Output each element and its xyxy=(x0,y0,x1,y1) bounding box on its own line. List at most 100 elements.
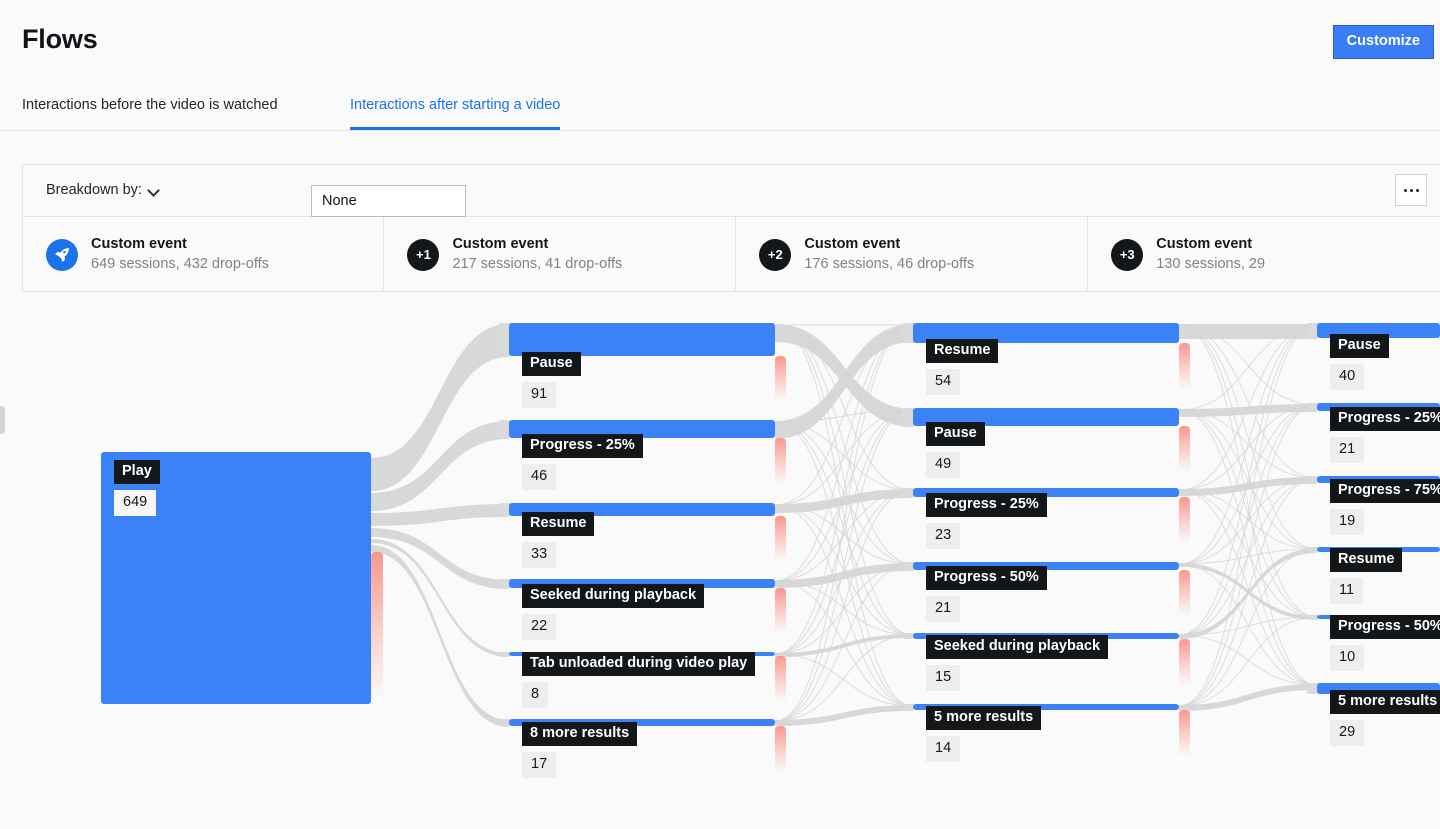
sankey-node-count: 14 xyxy=(926,736,961,762)
sankey-node-count: 46 xyxy=(522,464,557,490)
sankey-node-label: Pause xyxy=(926,422,985,446)
step-text-1: Custom event 217 sessions, 41 drop-offs xyxy=(452,235,622,274)
breakdown-row: Breakdown by: None xyxy=(23,165,1440,217)
sankey-link-thin xyxy=(774,324,914,582)
chevron-down-icon xyxy=(147,184,160,197)
sankey-link-thin xyxy=(1178,409,1318,686)
sankey-link xyxy=(1179,324,1317,339)
sankey-node-label: Resume xyxy=(522,512,595,536)
sankey-node-label: Progress - 25% xyxy=(522,434,643,458)
dropoff-bar xyxy=(1179,343,1190,389)
tab-interactions-after[interactable]: Interactions after starting a video xyxy=(350,97,561,130)
dropoff-bar xyxy=(1179,570,1190,616)
sankey-link xyxy=(371,545,509,727)
sankey-node-label: Progress - 25% xyxy=(1330,407,1440,431)
step-summary-1: 217 sessions, 41 drop-offs xyxy=(452,255,623,272)
breakdown-label: Breakdown by: xyxy=(46,182,142,198)
step-badge-3: +3 xyxy=(1111,238,1144,271)
flows-page: Flows Customize Interactions before the … xyxy=(0,0,1440,829)
step-text-3: Custom event 130 sessions, 29 xyxy=(1156,235,1265,274)
sankey-node-count: 23 xyxy=(926,523,961,549)
dropoff-bar xyxy=(775,438,786,484)
sankey-node-label: 5 more results xyxy=(926,706,1042,730)
sankey-link xyxy=(371,528,509,589)
sankey-node-label: Pause xyxy=(1330,334,1389,358)
sankey-node-label: Tab unloaded during video play xyxy=(522,652,756,676)
page-title: Flows xyxy=(22,24,98,54)
sankey-node-count: 15 xyxy=(926,665,961,691)
sankey-link-thin xyxy=(1178,324,1318,686)
page-header: Flows Customize xyxy=(0,0,1440,84)
more-options-button[interactable] xyxy=(1395,174,1427,206)
rocket-icon xyxy=(46,238,78,271)
sankey-node-count: 19 xyxy=(1330,509,1365,535)
ellipsis-icon-dot-1 xyxy=(1403,188,1407,192)
sankey-node-count: 21 xyxy=(1330,437,1365,463)
step-header-row: Custom event 649 sessions, 432 drop-offs… xyxy=(23,217,1440,292)
dropoff-bar xyxy=(371,552,383,702)
ellipsis-icon-dot-2 xyxy=(1409,188,1413,192)
tab-bar: Interactions before the video is watched… xyxy=(0,86,1440,131)
sankey-node-label: Progress - 25% xyxy=(926,493,1047,517)
sankey-link-thin xyxy=(1178,324,1318,479)
sankey-node-count: 22 xyxy=(522,614,557,640)
sankey-link-thin xyxy=(1178,324,1318,707)
dropoff-bar xyxy=(775,656,786,702)
step-name-2: Custom event xyxy=(804,235,901,252)
sankey-node-count: 649 xyxy=(114,490,157,516)
sankey-node-count: 8 xyxy=(522,682,549,708)
sankey-node-count: 33 xyxy=(522,542,557,568)
sankey-link-thin xyxy=(1178,634,1318,686)
sankey-node-count: 21 xyxy=(926,596,961,622)
sankey-node-label: Pause xyxy=(522,352,581,376)
dropoff-bar xyxy=(775,516,786,562)
sankey-link-thin xyxy=(1178,324,1318,565)
sankey-node-label: Seeked during playback xyxy=(522,584,705,608)
sankey-node-count: 49 xyxy=(926,452,961,478)
step-header-2[interactable]: +2 Custom event 176 sessions, 46 drop-of… xyxy=(736,217,1089,292)
dropoff-bar xyxy=(775,356,786,402)
step-name-1: Custom event xyxy=(452,235,549,252)
sankey-node-label: Seeked during playback xyxy=(926,635,1109,659)
sankey-links xyxy=(371,324,1318,727)
sankey-node-label: Progress - 75% xyxy=(1330,479,1440,503)
sankey-node-count: 17 xyxy=(522,752,557,778)
sankey-node-label: Progress - 50% xyxy=(1330,615,1440,639)
sankey-node-label: Resume xyxy=(1330,548,1403,572)
flow-steps-card: Breakdown by: None Custom event 649 sess… xyxy=(22,164,1440,292)
step-badge-2: +2 xyxy=(759,238,792,271)
sankey-node-label: 5 more results xyxy=(1330,690,1440,714)
step-text-2: Custom event 176 sessions, 46 drop-offs xyxy=(804,235,974,274)
sankey-link-thin xyxy=(774,653,914,707)
step-name-0: Custom event xyxy=(91,235,187,252)
dropoff-bar xyxy=(1179,497,1190,543)
step-summary-2: 176 sessions, 46 drop-offs xyxy=(804,255,975,272)
sankey-node-count: 10 xyxy=(1330,645,1365,671)
customize-button[interactable]: Customize xyxy=(1332,25,1434,59)
dropoff-bar xyxy=(1179,426,1190,472)
sankey-link-thin xyxy=(1178,324,1318,618)
sankey-link-thin xyxy=(1178,404,1318,636)
step-header-0[interactable]: Custom event 649 sessions, 432 drop-offs xyxy=(23,217,385,292)
dropoff-bar xyxy=(775,726,786,772)
step-header-3[interactable]: +3 Custom event 130 sessions, 29 xyxy=(1088,217,1440,292)
sankey-node-label: Play xyxy=(114,460,160,484)
sankey-node-count: 29 xyxy=(1330,720,1365,746)
step-summary-3: 130 sessions, 29 xyxy=(1156,255,1266,272)
dropoff-bar xyxy=(1179,639,1190,685)
sankey-node-count: 40 xyxy=(1330,364,1365,390)
dropoff-bar xyxy=(775,588,786,634)
sankey-node-label: 8 more results xyxy=(522,722,638,746)
dropoff-bar xyxy=(1179,710,1190,756)
tab-interactions-before[interactable]: Interactions before the video is watched xyxy=(22,97,278,127)
step-summary-0: 649 sessions, 432 drop-offs xyxy=(91,255,269,272)
sankey-diagram: Play 649 Pause 91 Progress - 25% 46 Resume 33 Se… xyxy=(0,300,1440,800)
step-name-3: Custom event xyxy=(1156,235,1253,252)
sankey-node-count: 54 xyxy=(926,369,961,395)
step-header-1[interactable]: +1 Custom event 217 sessions, 41 drop-of… xyxy=(384,217,737,292)
step-text-0: Custom event 649 sessions, 432 drop-offs xyxy=(91,235,269,274)
breakdown-select[interactable]: None xyxy=(311,185,466,217)
sankey-node-count: 91 xyxy=(522,382,557,408)
sankey-node-count: 11 xyxy=(1330,578,1364,604)
sankey-node-label: Progress - 50% xyxy=(926,566,1047,590)
